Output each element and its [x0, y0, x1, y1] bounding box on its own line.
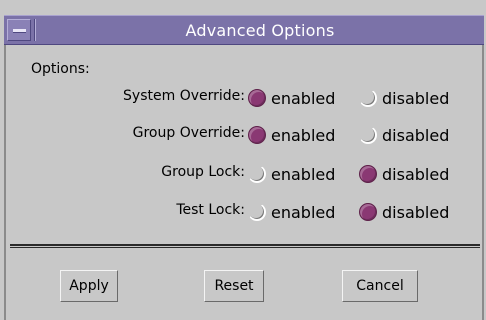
test-lock-disabled-radio[interactable]: disabled [359, 200, 449, 224]
option-label: System Override: [123, 88, 245, 104]
group-override-disabled-radio[interactable]: disabled [359, 123, 449, 147]
apply-button[interactable]: Apply [60, 270, 118, 302]
radio-label: disabled [382, 164, 450, 184]
option-label: Group Override: [132, 125, 245, 141]
group-lock-enabled-radio[interactable]: enabled [248, 162, 335, 186]
radio-unselected-icon [359, 89, 377, 107]
radio-label: enabled [271, 88, 336, 108]
radio-unselected-icon [248, 203, 266, 221]
window-title: Advanced Options [185, 21, 335, 40]
radio-selected-icon [248, 89, 266, 107]
radio-label: disabled [382, 88, 450, 108]
group-lock-disabled-radio[interactable]: disabled [359, 162, 449, 186]
radio-label: disabled [382, 125, 450, 145]
radio-label: enabled [271, 125, 336, 145]
radio-selected-icon [248, 126, 266, 144]
radio-label: enabled [271, 164, 336, 184]
radio-unselected-icon [359, 126, 377, 144]
window-menu-button[interactable] [7, 19, 31, 41]
radio-label: enabled [271, 202, 336, 222]
radio-selected-icon [359, 203, 377, 221]
radio-selected-icon [359, 165, 377, 183]
cancel-button[interactable]: Cancel [342, 270, 418, 302]
dialog-content: Options: System Override: enabled disabl… [10, 45, 480, 320]
system-override-enabled-radio[interactable]: enabled [248, 86, 335, 110]
button-separator [10, 244, 480, 248]
group-override-enabled-radio[interactable]: enabled [248, 123, 335, 147]
option-row-group-lock: Group Lock: enabled disabled [10, 162, 480, 186]
option-row-group-override: Group Override: enabled disabled [10, 123, 480, 147]
option-row-test-lock: Test Lock: enabled disabled [10, 200, 480, 224]
system-override-disabled-radio[interactable]: disabled [359, 86, 449, 110]
window-menu-icon [13, 29, 26, 33]
title-bar[interactable]: Advanced Options [4, 15, 484, 45]
test-lock-enabled-radio[interactable]: enabled [248, 200, 335, 224]
options-section-label: Options: [31, 61, 90, 77]
radio-unselected-icon [248, 165, 266, 183]
advanced-options-dialog: Advanced Options Options: System Overrid… [0, 0, 486, 320]
option-label: Group Lock: [161, 164, 245, 180]
option-label: Test Lock: [176, 202, 245, 218]
reset-button[interactable]: Reset [204, 270, 264, 302]
option-row-system-override: System Override: enabled disabled [10, 86, 480, 110]
radio-label: disabled [382, 202, 450, 222]
